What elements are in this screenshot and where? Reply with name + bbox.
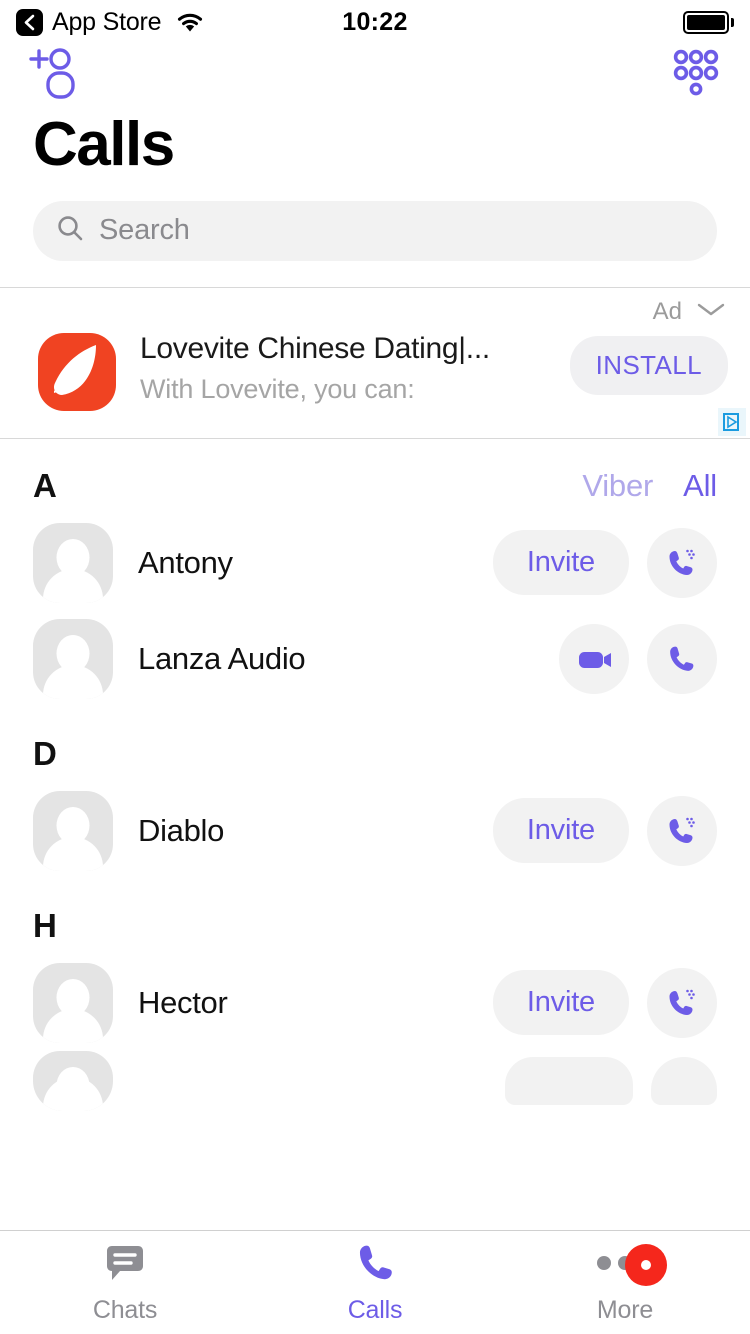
more-dots-icon	[597, 1240, 667, 1286]
add-contact-icon[interactable]	[26, 46, 82, 105]
row-actions: Invite	[492, 527, 717, 598]
notification-badge	[625, 1244, 667, 1286]
phone-out-icon-partial[interactable]	[651, 1056, 717, 1105]
install-button[interactable]: INSTALL	[569, 335, 728, 395]
phone-out-icon[interactable]	[647, 527, 717, 598]
tab-bar: Chats Calls More	[0, 1230, 750, 1334]
invite-button[interactable]: Invite	[492, 530, 629, 596]
search-input[interactable]: Search	[33, 200, 717, 261]
page-title: Calls	[33, 110, 175, 179]
section-letter: D	[33, 734, 57, 772]
contact-name: Lanza Audio	[138, 640, 306, 676]
invite-button[interactable]: Invite	[492, 798, 629, 864]
contact-row[interactable]: Hector Invite	[0, 955, 750, 1051]
invite-button-partial[interactable]	[505, 1056, 633, 1105]
section-header-a: A Viber All	[0, 439, 750, 515]
person-placeholder-icon	[33, 618, 113, 699]
tab-chats[interactable]: Chats	[0, 1231, 250, 1334]
contact-name: Diablo	[138, 812, 225, 848]
ad-text: Lovevite Chinese Dating|... With Lovevit…	[140, 330, 546, 405]
dialpad-icon[interactable]	[668, 48, 724, 103]
battery-full-icon	[683, 10, 734, 34]
section-letter: A	[33, 466, 57, 504]
search-container: Search	[0, 179, 750, 287]
contact-name: Antony	[138, 544, 233, 580]
tab-label-more: More	[596, 1296, 654, 1324]
contact-row[interactable]: Diablo Invite	[0, 783, 750, 879]
tab-label-chats: Chats	[92, 1296, 158, 1324]
tab-label-calls: Calls	[347, 1296, 403, 1324]
status-bar: App Store 10:22	[0, 0, 750, 44]
ad-subtitle: With Lovevite, you can:	[140, 373, 415, 404]
phone-icon[interactable]	[647, 623, 717, 694]
search-icon	[55, 213, 85, 248]
phone-icon	[353, 1240, 397, 1286]
person-placeholder-icon	[33, 1050, 113, 1111]
contact-row-partial[interactable]	[0, 1050, 750, 1111]
video-camera-icon[interactable]	[559, 623, 629, 694]
ad-banner[interactable]: Ad Lovevite Chinese Dating|... With Love…	[0, 286, 750, 439]
contact-row[interactable]: Lanza Audio	[0, 611, 750, 707]
filter-tab-all[interactable]: All	[683, 468, 717, 504]
ad-body: Lovevite Chinese Dating|... With Lovevit…	[0, 326, 750, 411]
phone-out-icon[interactable]	[647, 967, 717, 1038]
chat-bubble-icon	[102, 1240, 148, 1286]
search-placeholder: Search	[99, 214, 190, 247]
row-actions	[559, 623, 717, 694]
chevron-down-icon[interactable]	[694, 299, 728, 324]
status-bar-back[interactable]: App Store	[16, 8, 206, 37]
contact-row[interactable]: Antony Invite	[0, 515, 750, 611]
tab-more[interactable]: More	[500, 1231, 750, 1334]
filter-tabs: Viber All	[582, 468, 717, 504]
section-letter: H	[33, 906, 57, 944]
lovevite-app-icon	[38, 332, 116, 411]
status-bar-app-name: App Store	[52, 7, 162, 36]
filter-tab-viber[interactable]: Viber	[582, 468, 653, 504]
ad-label: Ad	[652, 297, 682, 325]
tab-calls[interactable]: Calls	[250, 1231, 500, 1334]
contact-list[interactable]: A Viber All Antony Invite Lanza Audio D …	[0, 439, 750, 1133]
ad-title: Lovevite Chinese Dating|...	[140, 331, 490, 365]
phone-out-icon[interactable]	[647, 795, 717, 866]
person-placeholder-icon	[33, 790, 113, 871]
person-placeholder-icon	[33, 962, 113, 1043]
chevron-left-icon[interactable]	[16, 8, 43, 36]
nav-bar	[0, 44, 750, 106]
adchoices-icon[interactable]	[718, 407, 746, 436]
person-placeholder-icon	[33, 522, 113, 603]
wifi-icon	[174, 10, 206, 34]
ad-label-row: Ad	[0, 298, 750, 326]
row-actions: Invite	[492, 967, 717, 1038]
contact-name: Hector	[138, 984, 228, 1020]
invite-button[interactable]: Invite	[492, 970, 629, 1036]
row-actions: Invite	[492, 795, 717, 866]
